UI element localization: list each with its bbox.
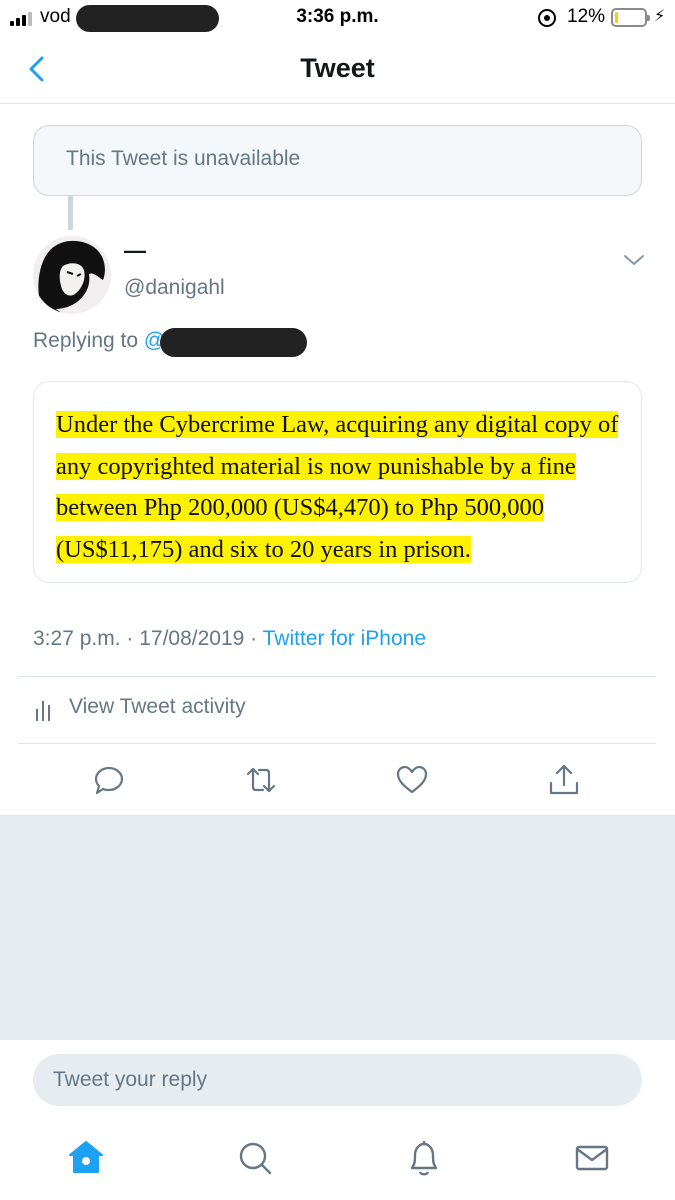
unavailable-tweet-card[interactable]: This Tweet is unavailable <box>33 125 642 196</box>
reply-input-placeholder: Tweet your reply <box>53 1068 208 1091</box>
display-name[interactable]: — <box>124 238 146 264</box>
replying-to-label: Replying to <box>33 329 139 352</box>
mail-icon[interactable] <box>572 1138 612 1178</box>
divider <box>18 743 656 744</box>
navigation-header: Tweet <box>0 40 675 104</box>
tweet-image-text: Under the Cybercrime Law, acquiring any … <box>56 404 626 570</box>
empty-replies-area <box>0 815 675 1040</box>
redaction-bar <box>160 328 307 357</box>
page-title: Tweet <box>300 53 375 83</box>
avatar[interactable] <box>33 236 111 314</box>
battery-percentage: 12% <box>567 6 606 27</box>
thread-connector-line <box>68 196 73 230</box>
home-icon[interactable] <box>66 1138 106 1178</box>
share-icon[interactable] <box>547 763 581 797</box>
view-tweet-activity-label: View Tweet activity <box>69 695 246 718</box>
bar-chart-icon <box>36 699 56 721</box>
orientation-lock-icon <box>538 9 556 27</box>
status-bar: vod 3:36 p.m. 12% ⚡ <box>0 0 675 40</box>
reply-input[interactable]: Tweet your reply <box>33 1054 642 1106</box>
charging-bolt-icon: ⚡ <box>654 8 666 25</box>
battery-icon <box>611 8 650 27</box>
chevron-down-icon[interactable] <box>622 252 646 268</box>
tweet-timestamp: 3:27 p.m. · 17/08/2019 · <box>33 627 263 650</box>
reply-icon[interactable] <box>92 763 126 797</box>
reply-bar: Tweet your reply <box>0 1040 675 1122</box>
divider <box>18 676 656 677</box>
user-handle[interactable]: @danigahl <box>124 276 225 300</box>
highlighted-text: Under the Cybercrime Law, acquiring any … <box>56 411 619 563</box>
tweet-meta: 3:27 p.m. · 17/08/2019 · Twitter for iPh… <box>33 627 426 651</box>
tweet-image[interactable]: Under the Cybercrime Law, acquiring any … <box>33 381 642 583</box>
retweet-icon[interactable] <box>244 763 278 797</box>
heart-icon[interactable] <box>395 763 429 797</box>
replying-to: Replying to @ <box>33 329 165 353</box>
search-icon[interactable] <box>235 1138 275 1178</box>
tweet-source-link[interactable]: Twitter for iPhone <box>263 627 426 650</box>
tab-bar <box>0 1122 675 1200</box>
bell-icon[interactable] <box>404 1138 444 1178</box>
unavailable-tweet-text: This Tweet is unavailable <box>66 147 301 170</box>
